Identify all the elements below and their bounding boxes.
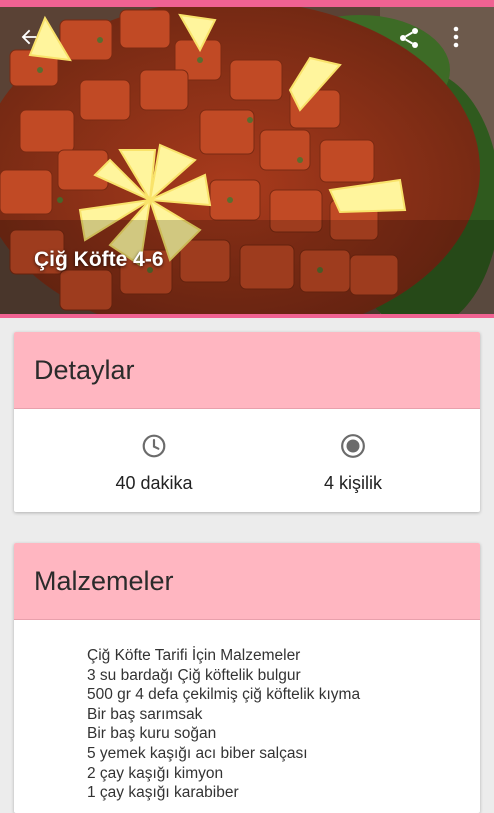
servings-value: 4 kişilik	[323, 473, 382, 493]
back-button[interactable]	[18, 26, 48, 56]
radio-dot-icon	[341, 434, 365, 458]
ingredient-line: 500 gr 4 defa çekilmiş çiğ köftelik kıym…	[87, 686, 361, 704]
ingredient-line: Çiğ Köfte Tarifi İçin Malzemeler	[87, 647, 301, 664]
more-vert-icon	[453, 26, 459, 48]
servings: 4 kişilik	[263, 433, 443, 494]
clock-icon	[142, 434, 166, 458]
details-card: Detaylar 40 dakika 4 kişilik	[14, 332, 480, 512]
ingredients-list: Çiğ Köfte Tarifi İçin Malzemeler 3 su ba…	[14, 620, 480, 803]
details-heading: Detaylar	[14, 332, 480, 409]
ingredient-line: 5 yemek kaşığı acı biber salçası	[87, 744, 308, 762]
details-body: 40 dakika 4 kişilik	[14, 409, 480, 512]
hero-accent-line	[0, 314, 494, 318]
prep-time-value: 40 dakika	[115, 473, 193, 493]
prep-time: 40 dakika	[64, 433, 244, 494]
ingredient-line: 2 çay kaşığı kimyon	[87, 764, 224, 782]
ingredient-line: 3 su bardağı Çiğ köftelik bulgur	[87, 666, 301, 684]
recipe-hero-image: Çiğ Köfte 4-6	[0, 0, 494, 314]
ingredient-line: Bir baş kuru soğan	[87, 725, 217, 743]
share-icon	[400, 28, 418, 48]
status-bar-accent	[0, 0, 494, 7]
share-button[interactable]	[397, 26, 427, 56]
ingredients-heading: Malzemeler	[14, 543, 480, 620]
more-options-button[interactable]	[453, 26, 483, 56]
arrow-back-icon	[21, 29, 37, 45]
recipe-title: Çiğ Köfte 4-6	[34, 248, 164, 271]
ingredients-card: Malzemeler Çiğ Köfte Tarifi İçin Malzeme…	[14, 543, 480, 813]
ingredient-line: Bir baş sarımsak	[87, 705, 203, 723]
